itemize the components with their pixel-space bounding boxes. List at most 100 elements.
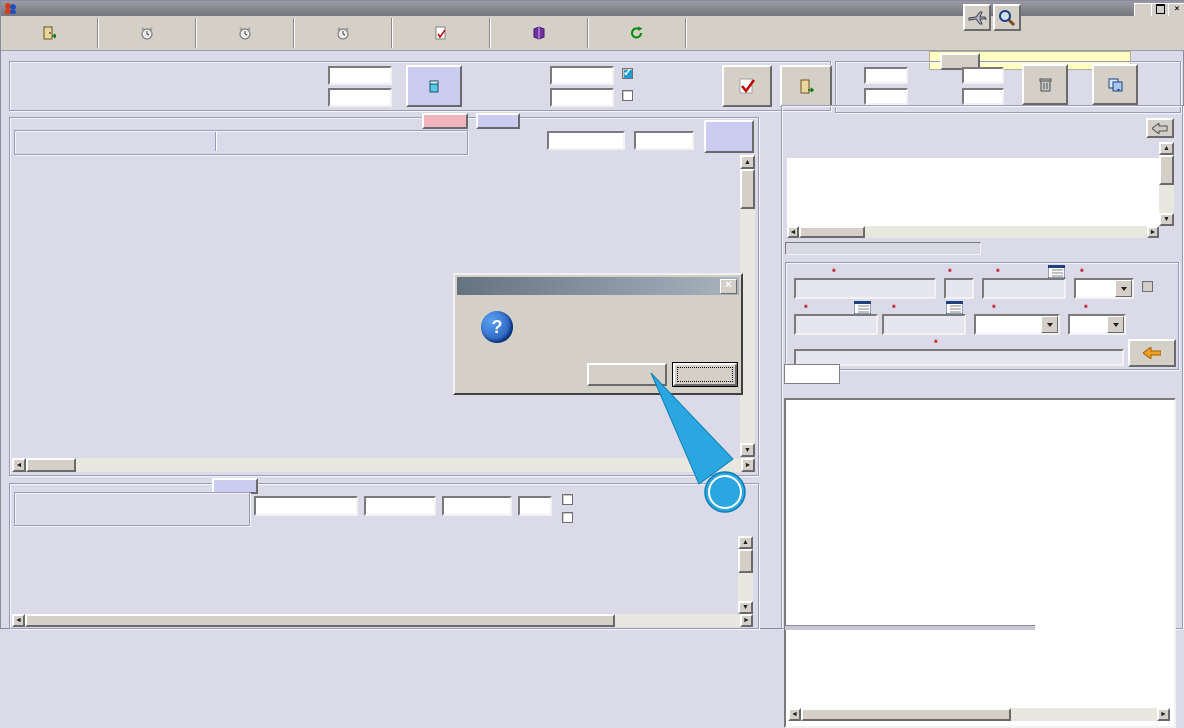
mro-code-dropdown[interactable]	[974, 314, 1060, 335]
calc-avg-fh-field[interactable]	[328, 66, 392, 85]
fix-avg-fh-field[interactable]	[550, 66, 614, 85]
checkbox[interactable]	[622, 66, 633, 79]
yes-button[interactable]	[587, 363, 667, 386]
show-all-check[interactable]	[562, 494, 577, 505]
ac-hscrollbar[interactable]: ◄ ►	[12, 458, 755, 472]
sta-label	[1084, 303, 1088, 314]
scroll-up-icon[interactable]: ▲	[738, 536, 753, 549]
scroll-thumb[interactable]	[1159, 155, 1174, 185]
toolbar-separator	[293, 18, 295, 48]
toolbar-forecastspare-button[interactable]	[299, 16, 387, 50]
back-open-button[interactable]	[1128, 339, 1176, 367]
bottom-strip	[785, 625, 1035, 630]
calc-avg-fc-field[interactable]	[328, 88, 392, 107]
wo-details-box	[784, 364, 840, 384]
scroll-up-icon[interactable]: ▲	[740, 155, 755, 169]
delete-avg-button[interactable]	[1022, 64, 1068, 105]
fix-avg-fc-field[interactable]	[550, 88, 614, 107]
wp-date-field[interactable]	[982, 278, 1066, 299]
close-panel-button[interactable]	[780, 65, 832, 107]
wp-date-calendar-button[interactable]	[1047, 264, 1066, 279]
rev-field[interactable]	[944, 278, 974, 299]
issued-by-label	[1080, 267, 1084, 278]
sta-dropdown[interactable]	[1068, 314, 1126, 335]
wp-number-field[interactable]	[794, 278, 936, 299]
scroll-right-icon[interactable]: ►	[741, 458, 755, 472]
fc-field[interactable]	[864, 88, 908, 105]
toolbar-forecastcomp-button[interactable]	[201, 16, 289, 50]
apu-fh-field[interactable]	[962, 67, 1004, 84]
calculate-button[interactable]	[406, 65, 462, 107]
plan-date-calendar-button[interactable]	[853, 300, 872, 315]
clock-icon	[336, 25, 350, 40]
tab-scroll-left-button[interactable]	[1146, 118, 1174, 138]
trash-icon	[1039, 78, 1051, 92]
toolbar-separator	[489, 18, 491, 48]
wp-hscrollbar[interactable]: ◄ ►	[787, 226, 1159, 238]
show-counts-check[interactable]	[562, 512, 577, 523]
wp-vscrollbar[interactable]: ▲ ▼	[1159, 142, 1174, 226]
scroll-left-icon[interactable]: ◄	[788, 708, 801, 721]
toolbar-refresh-button[interactable]	[593, 16, 681, 50]
scroll-right-icon[interactable]: ►	[740, 614, 753, 627]
filter-wp-input[interactable]	[634, 131, 694, 150]
scroll-down-icon[interactable]: ▼	[1159, 213, 1174, 226]
colmns-button[interactable]	[422, 113, 468, 129]
apply-button[interactable]	[722, 65, 772, 107]
dropdown-arrow-icon[interactable]	[1107, 316, 1124, 333]
plan-date-field[interactable]	[794, 314, 878, 335]
apu-fc-field[interactable]	[962, 88, 1004, 105]
checkbox[interactable]	[562, 512, 573, 523]
finish-date-calendar-button[interactable]	[945, 300, 964, 315]
wpe-form-group	[785, 262, 1179, 370]
wp-button[interactable]	[704, 120, 754, 153]
apply-fixed-check[interactable]	[622, 90, 637, 101]
checkbox[interactable]	[622, 90, 633, 101]
scroll-left-icon[interactable]: ◄	[787, 226, 799, 238]
scroll-right-icon[interactable]: ►	[1157, 708, 1170, 721]
ac-reset-button[interactable]	[476, 113, 520, 129]
finish-date-field[interactable]	[882, 314, 966, 335]
toolbar-datavalidation-button[interactable]	[397, 16, 485, 50]
scroll-thumb[interactable]	[801, 708, 1011, 721]
filter-id-input[interactable]	[547, 131, 625, 150]
scroll-down-icon[interactable]: ▼	[740, 443, 755, 457]
checkbox[interactable]	[562, 494, 573, 505]
filter-trt-input[interactable]	[518, 496, 552, 516]
scroll-thumb[interactable]	[799, 226, 865, 238]
aircraft-tool-button[interactable]	[963, 4, 991, 31]
toolbar-help-button[interactable]	[495, 16, 583, 50]
scroll-right-icon[interactable]: ►	[1147, 226, 1159, 238]
minimize-button[interactable]	[1134, 3, 1152, 17]
close-window-button[interactable]: ×	[1168, 3, 1184, 17]
tree-hscrollbar[interactable]: ◄ ►	[788, 708, 1170, 721]
dialog-title-bar[interactable]: ×	[457, 277, 739, 295]
calc-criteria-group	[9, 61, 832, 111]
scroll-down-icon[interactable]: ▼	[738, 601, 753, 614]
filter-ipc-input[interactable]	[254, 496, 358, 516]
fh-field[interactable]	[864, 67, 908, 84]
scroll-left-icon[interactable]: ◄	[12, 614, 25, 627]
scroll-thumb[interactable]	[26, 458, 76, 472]
scroll-left-icon[interactable]: ◄	[12, 458, 26, 472]
dropdown-arrow-icon[interactable]	[1115, 280, 1132, 297]
filter-pn-input[interactable]	[364, 496, 436, 516]
comp-hscrollbar[interactable]: ◄ ►	[12, 614, 753, 627]
search-tool-button[interactable]	[993, 4, 1021, 31]
comp-vscrollbar[interactable]: ▲ ▼	[738, 536, 753, 614]
issued-by-dropdown[interactable]	[1074, 278, 1134, 299]
wp-desc-field[interactable]	[794, 349, 1124, 366]
dialog-close-icon[interactable]: ×	[720, 278, 737, 294]
filter-sn-input[interactable]	[442, 496, 512, 516]
toolbar-forecast-button[interactable]	[103, 16, 191, 50]
toolbar-close-button[interactable]	[5, 16, 93, 50]
scroll-thumb[interactable]	[740, 169, 755, 209]
apply-calculated-check[interactable]	[622, 66, 637, 79]
scroll-thumb[interactable]	[25, 614, 615, 627]
save-avg-button[interactable]	[1092, 64, 1138, 105]
dropdown-arrow-icon[interactable]	[1041, 316, 1058, 333]
scroll-thumb[interactable]	[738, 549, 753, 573]
no-button[interactable]	[672, 362, 738, 387]
scroll-up-icon[interactable]: ▲	[1159, 142, 1174, 155]
restore-button[interactable]	[1151, 3, 1169, 17]
